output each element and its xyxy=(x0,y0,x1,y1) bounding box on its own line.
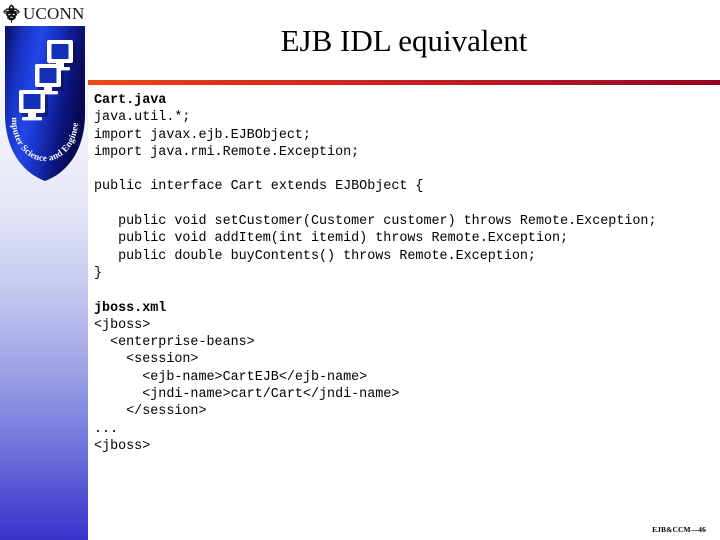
slide-footer-note: EJB&CCM—46 xyxy=(652,525,706,534)
code-block: Cart.java java.util.*; import javax.ejb.EJ… xyxy=(94,92,710,455)
oak-tree-icon xyxy=(3,4,20,22)
uconn-wordmark: UCONN xyxy=(3,2,89,24)
code-line: public void addItem(int itemid) throws R… xyxy=(94,231,569,247)
code-line: } xyxy=(94,265,103,281)
title-divider-rule xyxy=(88,80,720,85)
code-file-heading: jboss.xml xyxy=(94,300,167,316)
code-line: <jndi-name>cart/Cart</jndi-name> xyxy=(94,387,400,403)
cse-shield-icon: Computer Science and Engineering xyxy=(3,26,85,181)
code-line: <enterprise-beans> xyxy=(94,335,255,351)
code-file-heading: Cart.java xyxy=(94,93,167,108)
code-line: </session> xyxy=(94,404,207,420)
code-line: <jboss> xyxy=(94,317,151,333)
code-line: ... xyxy=(94,421,119,437)
code-line: public void setCustomer(Customer custome… xyxy=(94,214,657,230)
code-line: import javax.ejb.EJBObject; xyxy=(94,127,311,143)
code-line: <ejb-name>CartEJB</ejb-name> xyxy=(94,369,368,385)
code-line: public interface Cart extends EJBObject … xyxy=(94,179,424,195)
uconn-wordmark-text: UCONN xyxy=(23,3,85,23)
code-line: public double buyContents() throws Remot… xyxy=(94,248,536,264)
code-line: <session> xyxy=(94,352,199,368)
code-line: java.util.*; xyxy=(94,110,191,126)
code-line: <jboss> xyxy=(94,438,151,454)
code-line: import java.rmi.Remote.Exception; xyxy=(94,144,360,160)
page-title: EJB IDL equivalent xyxy=(280,23,528,58)
